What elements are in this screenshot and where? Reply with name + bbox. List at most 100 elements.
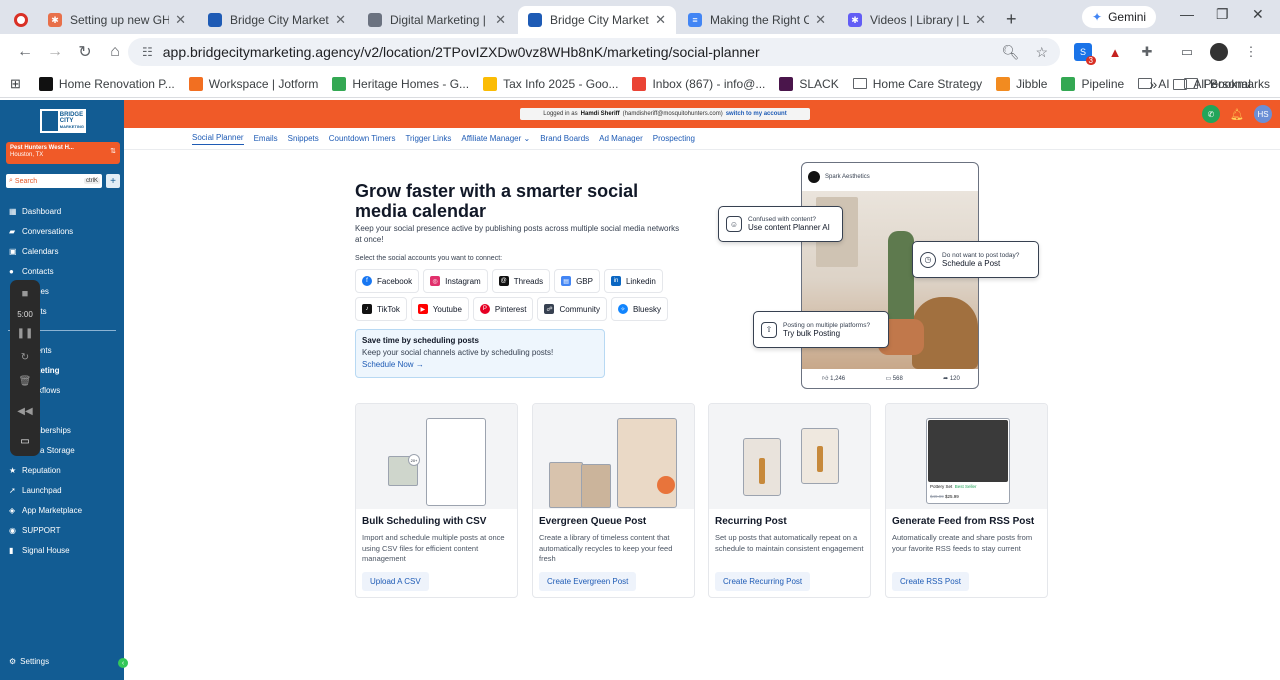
sidebar-item-media-storage[interactable]: a Storage xyxy=(40,446,75,455)
connect-youtube-button[interactable]: ▶ Youtube xyxy=(410,297,469,321)
stop-record-icon[interactable]: ■ xyxy=(10,288,40,300)
connect-tiktok-button[interactable]: ♪ TikTok xyxy=(355,297,407,321)
connect-instagram-button[interactable]: ◎ Instagram xyxy=(423,269,488,293)
sidebar-item-settings[interactable]: ⚙ Settings xyxy=(9,657,49,666)
tab-trigger-links[interactable]: Trigger Links xyxy=(405,134,451,143)
all-bookmarks-folder[interactable]: All Bookmarks xyxy=(1173,77,1270,91)
tab-countdown-timers[interactable]: Countdown Timers xyxy=(329,134,396,143)
gemini-button[interactable]: ✦ Gemini xyxy=(1082,6,1157,28)
close-tab-icon[interactable]: ✕ xyxy=(655,12,666,28)
create-evergreen-button[interactable]: Create Evergreen Post xyxy=(539,572,637,591)
sidebar-item-reputation[interactable]: ★ Reputation xyxy=(9,466,61,475)
bookmark-item[interactable]: Workspace | Jotform xyxy=(188,76,318,91)
close-window-icon[interactable]: ✕ xyxy=(1252,6,1264,23)
close-tab-icon[interactable]: ✕ xyxy=(335,12,346,28)
notification-bell-icon[interactable]: 🔔︎ xyxy=(1228,105,1246,123)
bookmark-item[interactable]: Tax Info 2025 - Goo... xyxy=(483,76,618,91)
site-settings-icon[interactable]: ☷ xyxy=(142,45,153,59)
bookmark-item[interactable]: Inbox (867) - info@... xyxy=(632,76,765,91)
sidebar-item-dashboard[interactable]: ▦ Dashboard xyxy=(9,207,61,216)
location-switcher[interactable]: Pest Hunters West H... Houston, TX ⇅ xyxy=(6,142,120,164)
tab-social-planner[interactable]: Social Planner xyxy=(192,133,244,145)
reload-icon[interactable]: ↻ xyxy=(70,42,100,62)
sidebar-item-support[interactable]: ◉ SUPPORT xyxy=(9,526,61,535)
bookmark-folder[interactable]: Home Care Strategy xyxy=(852,77,982,91)
profile-avatar[interactable] xyxy=(1210,43,1228,61)
bookmark-item[interactable]: Jibble xyxy=(996,76,1047,91)
schedule-now-link[interactable]: Schedule Now → xyxy=(362,360,598,369)
browser-tab[interactable]: Bridge City Marketing ✕ xyxy=(198,6,356,34)
extension-hat-icon[interactable]: ▲ xyxy=(1106,43,1124,61)
bookmark-item[interactable]: SLACK xyxy=(779,76,839,91)
menu-dots-icon[interactable]: ⋮ xyxy=(1242,43,1260,61)
sidebar-item-contacts[interactable]: ● Contacts xyxy=(9,267,54,276)
connect-community-button[interactable]: ☍ Community xyxy=(537,297,607,321)
close-tab-icon[interactable]: ✕ xyxy=(815,12,826,28)
location-city: Houston, TX xyxy=(10,152,44,158)
tab-affiliate-manager[interactable]: Affiliate Manager ⌄ xyxy=(461,134,530,143)
browser-tab[interactable]: ✱ Videos | Library | Loom ✕ xyxy=(838,6,996,34)
browser-tab[interactable]: ✱ Setting up new GHL ac ✕ xyxy=(38,6,196,34)
recording-tab[interactable] xyxy=(8,6,36,34)
connect-threads-button[interactable]: @ Threads xyxy=(491,269,551,293)
delete-icon[interactable]: 🗑︎ xyxy=(10,376,40,387)
connect-linkedin-button[interactable]: in Linkedin xyxy=(603,269,663,293)
upload-csv-button[interactable]: Upload A CSV xyxy=(362,572,429,591)
quick-add-button[interactable]: + xyxy=(106,174,120,188)
tab-ad-manager[interactable]: Ad Manager xyxy=(599,134,643,143)
user-avatar[interactable]: HS xyxy=(1254,105,1272,123)
bookmark-item[interactable]: Heritage Homes - G... xyxy=(332,76,469,91)
pause-icon[interactable]: ❚❚ xyxy=(10,328,40,339)
forward-icon[interactable]: → xyxy=(40,43,70,61)
switch-account-link[interactable]: switch to my account xyxy=(726,111,787,117)
extension-icon[interactable]: S3 xyxy=(1074,43,1096,65)
connect-pinterest-button[interactable]: P Pinterest xyxy=(472,297,534,321)
phone-icon[interactable]: ✆ xyxy=(1202,105,1220,123)
sidebar-search-input[interactable]: ⌕ Search ctrlK xyxy=(6,174,102,188)
connect-facebook-button[interactable]: f Facebook xyxy=(355,269,420,293)
sidebar-item-automation[interactable]: kflows xyxy=(38,386,60,395)
sidebar-item-calendars[interactable]: ▣ Calendars xyxy=(9,247,58,256)
browser-tab[interactable]: Digital Marketing | Gre ✕ xyxy=(358,6,516,34)
minimize-window-icon[interactable]: — xyxy=(1180,6,1194,22)
collapse-sidebar-button[interactable]: ‹ xyxy=(118,658,128,668)
sidebar-item-conversations[interactable]: ▰ Conversations xyxy=(9,227,73,236)
signal-icon: ▮ xyxy=(9,546,14,555)
bookmark-star-icon[interactable]: ☆ xyxy=(1035,44,1048,61)
url-text[interactable]: app.bridgecitymarketing.agency/v2/locati… xyxy=(163,44,760,60)
sidebar-item-launchpad[interactable]: ➚ Launchpad xyxy=(9,486,62,495)
browser-tab[interactable]: ≡ Making the Right Com ✕ xyxy=(678,6,836,34)
apps-grid-icon[interactable]: ⊞ xyxy=(10,76,21,92)
restore-window-icon[interactable]: ❐ xyxy=(1216,6,1229,23)
tab-snippets[interactable]: Snippets xyxy=(288,134,319,143)
tab-prospecting[interactable]: Prospecting xyxy=(653,134,695,143)
tab-brand-boards[interactable]: Brand Boards xyxy=(540,134,589,143)
more-bookmarks-chevron-icon[interactable]: » xyxy=(1150,76,1158,92)
feature-card-evergreen: Evergreen Queue Post Create a library of… xyxy=(532,403,695,598)
close-tab-icon[interactable]: ✕ xyxy=(495,12,506,28)
home-icon[interactable]: ⌂ xyxy=(100,43,130,61)
close-tab-icon[interactable]: ✕ xyxy=(975,12,986,28)
sidebar-item-app-marketplace[interactable]: ◈ App Marketplace xyxy=(9,506,82,515)
create-recurring-button[interactable]: Create Recurring Post xyxy=(715,572,811,591)
sidebar-item-signal-house[interactable]: ▮ Signal House xyxy=(9,546,70,555)
cast-icon[interactable]: ▭ xyxy=(1178,43,1196,61)
restart-icon[interactable]: ↻ xyxy=(10,352,40,363)
extensions-puzzle-icon[interactable]: ✚ xyxy=(1138,43,1156,61)
url-omnibox[interactable]: ☷ app.bridgecitymarketing.agency/v2/loca… xyxy=(128,38,1060,66)
create-rss-button[interactable]: Create RSS Post xyxy=(892,572,969,591)
camera-icon[interactable]: ▭ xyxy=(10,436,40,447)
tab-emails[interactable]: Emails xyxy=(254,134,278,143)
browser-tab-active[interactable]: Bridge City Marketing ✕ xyxy=(518,6,676,34)
bookmark-item[interactable]: Home Renovation P... xyxy=(38,76,175,91)
connect-bluesky-button[interactable]: ✧ Bluesky xyxy=(610,297,668,321)
close-tab-icon[interactable]: ✕ xyxy=(175,12,186,28)
bookmark-item[interactable]: Pipeline xyxy=(1061,76,1124,91)
new-tab-button[interactable]: + xyxy=(1006,10,1017,28)
agency-logo[interactable]: BRIDGE CITY MARKETING xyxy=(40,109,86,133)
connect-gbp-button[interactable]: ▤ GBP xyxy=(554,269,600,293)
back-icon[interactable]: ← xyxy=(10,43,40,61)
rewind-icon[interactable]: ◀◀ xyxy=(10,406,40,417)
zoom-icon[interactable]: 🔍︎ xyxy=(1002,44,1020,61)
screen-recorder-toolbar: ■ 5:00 ❚❚ ↻ 🗑︎ ◀◀ ▭ xyxy=(10,280,40,456)
